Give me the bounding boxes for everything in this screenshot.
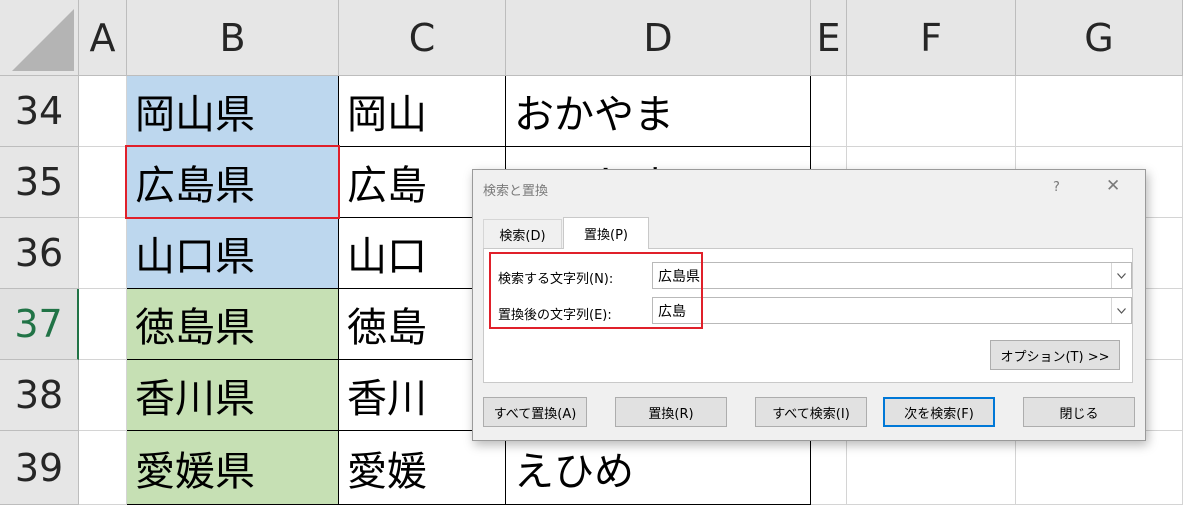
cell-c39[interactable]: 愛媛 [339, 431, 506, 505]
options-button[interactable]: オプション(T) >> [990, 340, 1120, 370]
column-header-f[interactable]: F [847, 0, 1016, 76]
cell-a36[interactable] [79, 218, 127, 289]
column-header-g[interactable]: G [1016, 0, 1183, 76]
cell-a37[interactable] [79, 289, 127, 360]
cell-b35[interactable]: 広島県 [127, 147, 339, 218]
cell-b37[interactable]: 徳島県 [127, 289, 339, 360]
help-icon[interactable]: ? [1053, 180, 1060, 195]
replace-panel: 検索する文字列(N): 広島県 置換後の文字列(E): 広島 オプション(T) … [483, 248, 1133, 383]
row-header-34[interactable]: 34 [0, 76, 79, 147]
replace-button[interactable]: 置換(R) [615, 397, 727, 427]
cell-d34[interactable]: おかやま [506, 76, 811, 147]
column-header-b[interactable]: B [127, 0, 339, 76]
replace-with-value: 広島 [658, 303, 686, 320]
row-header-36[interactable]: 36 [0, 218, 79, 289]
find-what-value: 広島県 [658, 268, 700, 285]
cell-c34[interactable]: 岡山 [339, 76, 506, 147]
column-header-a[interactable]: A [79, 0, 127, 76]
cell-f39[interactable] [847, 431, 1016, 505]
cell-g39[interactable] [1016, 431, 1183, 505]
cell-a34[interactable] [79, 76, 127, 147]
chevron-down-icon[interactable] [1111, 263, 1131, 288]
cell-g34[interactable] [1016, 76, 1183, 147]
cell-a35[interactable] [79, 147, 127, 218]
cell-f34[interactable] [847, 76, 1016, 147]
cell-b36[interactable]: 山口県 [127, 218, 339, 289]
cell-e34[interactable] [811, 76, 847, 147]
find-next-button[interactable]: 次を検索(F) [883, 397, 995, 427]
tab-find[interactable]: 検索(D) [483, 219, 562, 249]
cell-a39[interactable] [79, 431, 127, 505]
cell-d39[interactable]: えひめ [506, 431, 811, 505]
cell-e39[interactable] [811, 431, 847, 505]
find-all-button[interactable]: すべて検索(I) [755, 397, 867, 427]
column-header-d[interactable]: D [506, 0, 811, 76]
cell-b34[interactable]: 岡山県 [127, 76, 339, 147]
select-all-corner[interactable] [0, 0, 79, 76]
cell-b38[interactable]: 香川県 [127, 360, 339, 431]
find-replace-dialog: 検索と置換 ? ✕ 検索(D) 置換(P) 検索する文字列(N): 広島県 置換… [472, 169, 1146, 441]
tab-replace[interactable]: 置換(P) [563, 217, 649, 249]
replace-all-button[interactable]: すべて置換(A) [483, 397, 587, 427]
chevron-down-icon[interactable] [1111, 298, 1131, 323]
row-header-39[interactable]: 39 [0, 431, 79, 505]
column-header-c[interactable]: C [339, 0, 506, 76]
select-all-triangle-icon [12, 9, 74, 71]
replace-with-input[interactable]: 広島 [652, 297, 1132, 324]
row-header-38[interactable]: 38 [0, 360, 79, 431]
cell-b39[interactable]: 愛媛県 [127, 431, 339, 505]
close-button[interactable]: 閉じる [1023, 397, 1135, 427]
cell-a38[interactable] [79, 360, 127, 431]
row-header-37[interactable]: 37 [0, 289, 79, 360]
find-what-input[interactable]: 広島県 [652, 262, 1132, 289]
dialog-title: 検索と置換 [483, 184, 549, 199]
find-what-label: 検索する文字列(N): [498, 272, 614, 287]
row-header-35[interactable]: 35 [0, 147, 79, 218]
close-icon[interactable]: ✕ [1106, 176, 1120, 196]
column-header-e[interactable]: E [811, 0, 847, 76]
replace-with-label: 置換後の文字列(E): [498, 308, 612, 323]
